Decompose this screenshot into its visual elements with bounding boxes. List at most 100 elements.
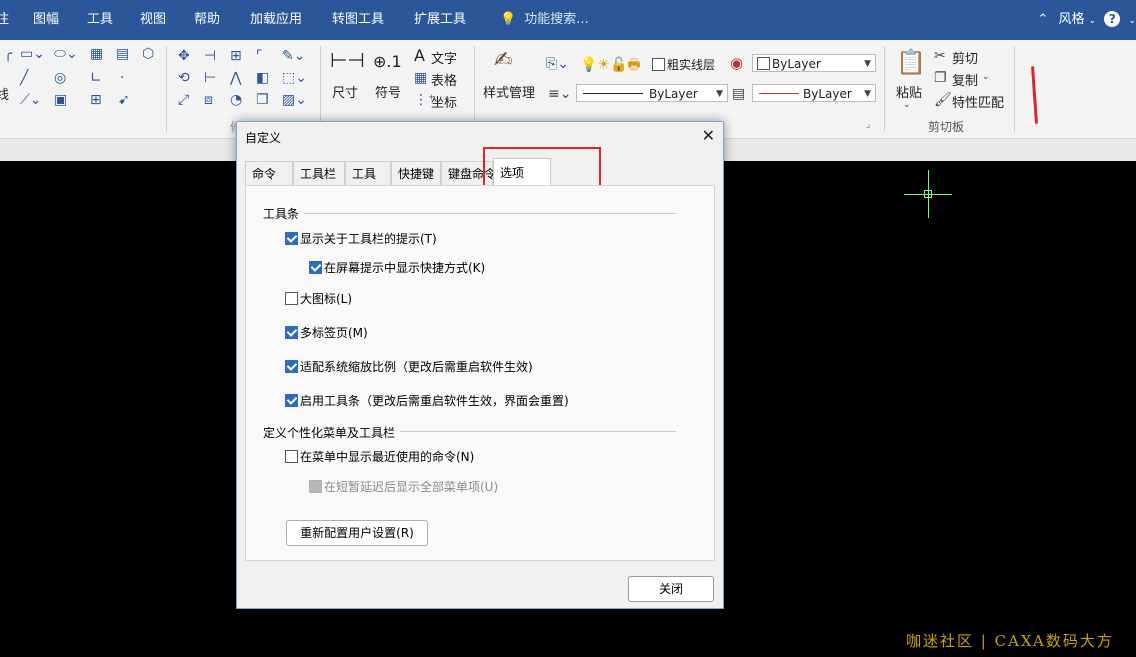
chevron-down-icon[interactable]: ⌄ xyxy=(903,100,911,110)
tab-tools[interactable]: 工具 xyxy=(345,161,391,185)
style-manage-button[interactable]: 样式管理 xyxy=(483,82,535,101)
menu-item-frame[interactable]: 图幅 xyxy=(33,0,59,40)
toolbar-group-label: 工具条 xyxy=(263,207,300,221)
chevron-down-icon[interactable]: ⌄ xyxy=(1089,16,1097,26)
arc-icon[interactable]: ╭ xyxy=(4,46,12,62)
chamfer-icon[interactable]: ▨⌄ xyxy=(282,92,307,108)
ellipse-icon[interactable]: ⬭⌄ xyxy=(54,46,78,62)
option-enable-toolbar[interactable]: 启用工具条（更改后需重启软件生效，界面会重置) xyxy=(285,394,569,408)
checkbox[interactable] xyxy=(285,326,298,339)
match-props-icon[interactable]: 🖌 xyxy=(934,92,952,108)
match-props-button[interactable]: 特性匹配 xyxy=(952,92,1004,111)
angle-icon[interactable]: ∟ xyxy=(90,70,102,86)
region-icon[interactable]: ▣ xyxy=(54,92,67,108)
chevron-down-icon[interactable]: ⌄ xyxy=(1128,16,1136,26)
option-show-tooltips[interactable]: 显示关于工具栏的提示(T) xyxy=(285,232,437,246)
lineweight-icon[interactable]: ▤ xyxy=(732,86,745,102)
array-icon[interactable]: ⊞ xyxy=(230,48,242,64)
symbol-icon[interactable]: ⊕.1 xyxy=(373,52,402,71)
tab-shortcuts[interactable]: 快捷键 xyxy=(391,161,441,185)
menu-item-tools[interactable]: 工具 xyxy=(87,0,113,40)
menu-item-view[interactable]: 视图 xyxy=(140,0,166,40)
checkbox[interactable] xyxy=(285,232,298,245)
option-large-icons[interactable]: 大图标(L) xyxy=(285,292,352,306)
checkbox[interactable] xyxy=(285,292,298,305)
text-icon[interactable]: A xyxy=(414,46,425,65)
option-show-shortcuts[interactable]: 在屏幕提示中显示快捷方式(K) xyxy=(309,261,485,275)
text-block-icon[interactable]: ▤ xyxy=(116,46,129,62)
lineweight-preview xyxy=(759,93,799,94)
tab-commands[interactable]: 命令 xyxy=(245,161,293,185)
polyline-icon[interactable]: ╱ xyxy=(20,70,28,86)
menu-item-help[interactable]: 帮助 xyxy=(194,0,220,40)
style-manage-icon[interactable]: ✍ xyxy=(494,48,512,73)
layer-manager-icon[interactable]: ⎘⌄ xyxy=(546,56,569,72)
feature-search[interactable]: 💡 功能搜索... xyxy=(500,0,589,40)
insert-icon[interactable]: ⊞ xyxy=(90,92,102,108)
scissors-icon[interactable]: ✂ xyxy=(934,48,946,64)
move-icon[interactable]: ✥ xyxy=(178,48,190,64)
block-icon[interactable]: ⬡ xyxy=(142,46,154,62)
help-icon[interactable]: ? xyxy=(1104,11,1121,27)
coordinate-button[interactable]: 坐标 xyxy=(431,92,457,111)
checkbox[interactable] xyxy=(285,450,298,463)
trim-icon[interactable]: ⊣ xyxy=(204,48,216,64)
linetype-icon[interactable]: ≡⌄ xyxy=(548,86,571,102)
menu-item-extend[interactable]: 扩展工具 xyxy=(414,0,466,40)
paste-icon[interactable]: 📋 xyxy=(896,48,926,76)
copy-obj-icon[interactable]: ❐ xyxy=(256,92,269,108)
layer-select[interactable]: 粗实线层 xyxy=(648,56,716,74)
copy-button[interactable]: 复制 xyxy=(952,70,978,89)
eraser-icon[interactable]: ✎⌄ xyxy=(282,48,305,64)
break-icon[interactable]: ◔ xyxy=(230,92,242,108)
table-button[interactable]: 表格 xyxy=(431,70,457,89)
symbol-button[interactable]: 符号 xyxy=(375,82,401,101)
ray-icon[interactable]: ⟋⌄ xyxy=(20,92,42,108)
close-icon[interactable]: ✕ xyxy=(702,126,715,145)
launcher-icon[interactable]: ⌟ xyxy=(866,120,870,130)
mirror-icon[interactable]: ⋀ xyxy=(230,70,241,86)
checkbox[interactable] xyxy=(309,261,322,274)
cut-button[interactable]: 剪切 xyxy=(952,48,978,67)
style-menu[interactable]: 风格 xyxy=(1058,12,1084,27)
line-label[interactable]: 线 xyxy=(0,84,9,103)
group-divider xyxy=(304,213,676,214)
point-icon[interactable]: · xyxy=(120,70,124,86)
tab-toolbars[interactable]: 工具栏 xyxy=(293,161,345,185)
chevron-down-icon[interactable]: ⌄ xyxy=(982,72,990,82)
rectangle-icon[interactable]: ▭⌄ xyxy=(20,46,45,62)
scale-icon[interactable]: ⧈ xyxy=(204,92,213,108)
paste-button[interactable]: 粘贴 xyxy=(896,82,922,101)
menu-item-convert[interactable]: 转图工具 xyxy=(332,0,384,40)
lineweight-select[interactable]: ByLayer ▼ xyxy=(752,84,876,102)
reset-user-settings-button[interactable]: 重新配置用户设置(R) xyxy=(286,520,428,546)
fillet-icon[interactable]: ⌜ xyxy=(256,48,263,64)
spline-icon[interactable]: ◎ xyxy=(54,70,66,86)
color-wheel-icon[interactable]: ◉ xyxy=(730,54,743,72)
stretch-icon[interactable]: ⤢ xyxy=(178,92,189,108)
extend-icon[interactable]: ⊢ xyxy=(204,70,216,86)
menu-item-partial[interactable]: 注 xyxy=(0,0,9,40)
pick-icon[interactable]: ➹ xyxy=(118,92,130,108)
option-multi-tab[interactable]: 多标签页(M) xyxy=(285,326,368,340)
color-select[interactable]: ByLayer ▼ xyxy=(752,54,876,72)
offset-icon[interactable]: ◧ xyxy=(256,70,269,86)
text-button[interactable]: 文字 xyxy=(431,48,457,67)
option-system-scaling[interactable]: 适配系统缩放比例（更改后需重启软件生效) xyxy=(285,360,533,374)
customize-dialog: 自定义 ✕ 命令 工具栏 工具 快捷键 键盘命令 选项 工具条 显示关于工具栏的… xyxy=(236,121,724,609)
explode-icon[interactable]: ⬚⌄ xyxy=(282,70,307,86)
option-recent-commands[interactable]: 在菜单中显示最近使用的命令(N) xyxy=(285,450,474,464)
rotate-icon[interactable]: ⟲ xyxy=(178,70,190,86)
checkbox[interactable] xyxy=(285,394,298,407)
dimension-icon[interactable]: ⊢⊣ xyxy=(330,48,365,72)
close-button[interactable]: 关闭 xyxy=(628,576,714,602)
checkbox[interactable] xyxy=(285,360,298,373)
menu-item-load-app[interactable]: 加载应用 xyxy=(250,0,302,40)
collapse-ribbon-icon[interactable]: ⌃ xyxy=(1037,12,1048,27)
layer-state-icon[interactable]: 💡☀🔓🖶 xyxy=(580,54,641,78)
linetype-select[interactable]: ByLayer ▼ xyxy=(576,84,728,102)
hatch-icon[interactable]: ▦ xyxy=(90,46,103,62)
dimension-button[interactable]: 尺寸 xyxy=(332,82,358,101)
table-icon[interactable]: ▦ xyxy=(414,70,427,86)
copy-icon[interactable]: ❐ xyxy=(934,70,947,86)
